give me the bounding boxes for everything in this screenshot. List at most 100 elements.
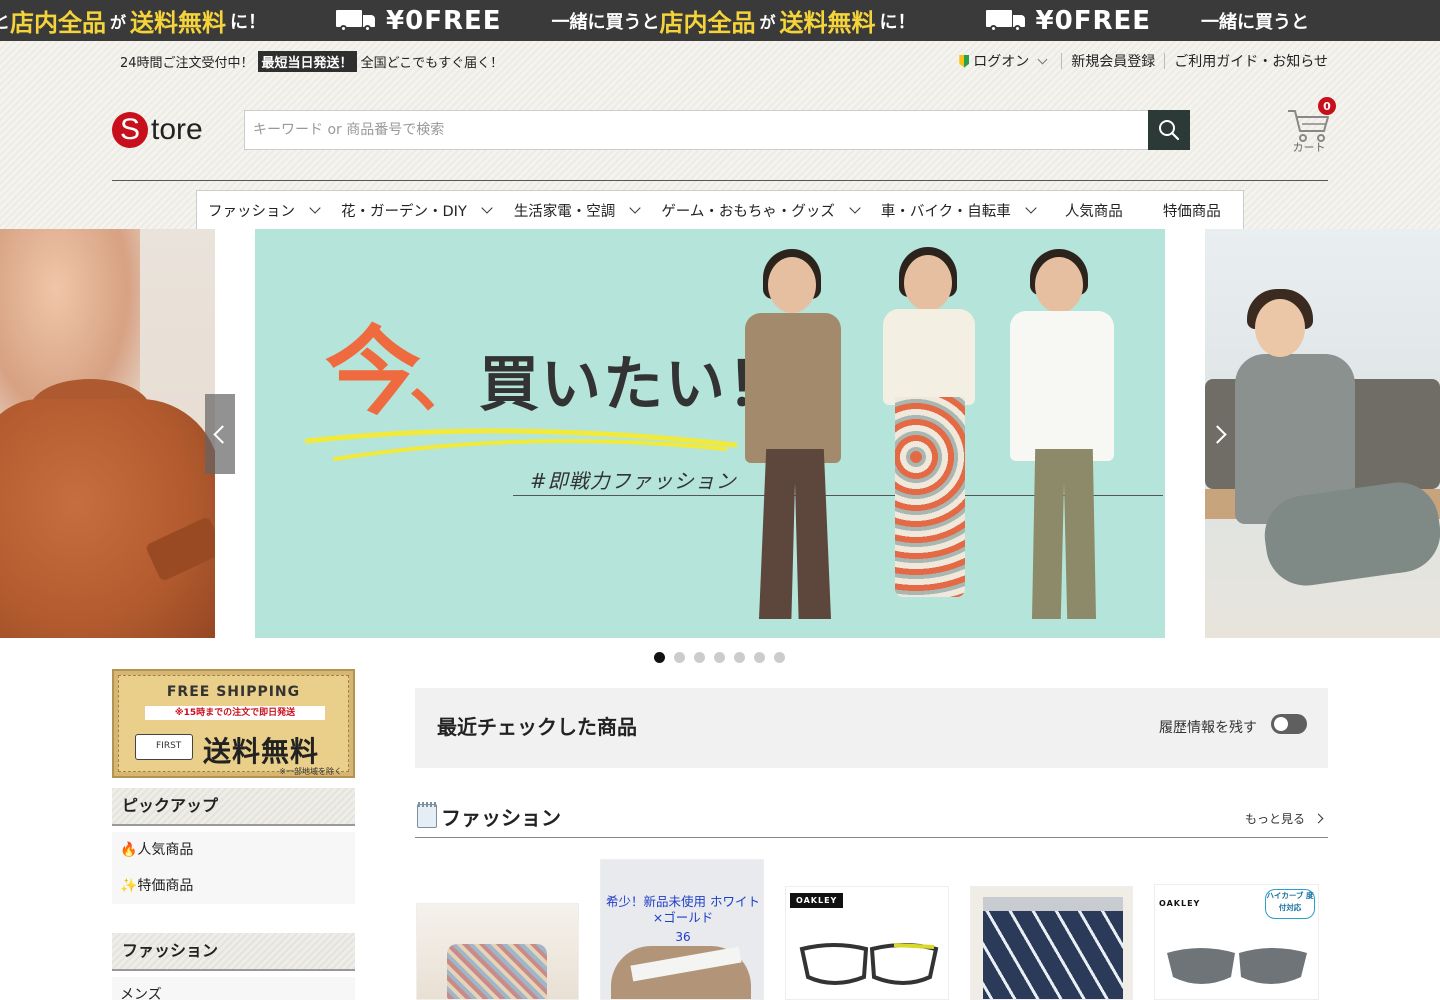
sunglasses-icon [1167,948,1307,984]
carousel-next-button[interactable] [1205,394,1235,474]
ticker-text: が [759,12,776,32]
carousel-dot[interactable] [694,652,705,663]
brand-label: OAKLEY [1159,899,1201,908]
product-tag: ハイカーブ 度付対応 [1265,889,1315,919]
brand-label: OAKLEY [790,893,844,908]
hero-carousel: 今 、 買いたい！ #即戦力ファッション [0,229,1440,638]
sidebar-list-pickup: 🔥人気商品 ✨特価商品 [112,832,355,904]
ship-free: 送料無料 [203,735,320,768]
nav-item-garden[interactable]: 花・ガーデン・DIY [341,191,493,229]
chevron-down-icon [849,201,861,214]
ticker-text: 店内全品 [10,9,106,37]
chevron-down-icon[interactable] [1037,54,1048,64]
search-input[interactable] [244,110,1148,150]
nav-item-sale[interactable]: 特価商品 [1163,191,1221,229]
ticker-free: ¥0FREE [386,5,502,36]
search-bar [244,110,1190,150]
nav-label: 特価商品 [1162,203,1221,220]
nav-item-appliances[interactable]: 生活家電・空調 [513,191,641,229]
search-button[interactable] [1148,110,1190,150]
banner-hashtag: #即戦力ファッション [530,469,737,493]
banner-headline: 今 、 買いたい！ [325,324,789,426]
product-card[interactable] [970,886,1133,1000]
header-divider [112,180,1328,181]
ticker-message: 一緒に買うと 店内全品 が 送料無料 に！ [552,3,916,38]
cart-button[interactable]: 0 カート [1286,97,1340,157]
sidebar-heading-pickup: ピックアップ [112,788,355,826]
nav-item-games[interactable]: ゲーム・おもちゃ・グッズ [661,191,861,229]
nav-item-fashion[interactable]: ファッション [208,191,321,229]
promo-ticker: と 店内全品 が 送料無料 に！ ¥0FREE 一緒に買うと 店内全品 が 送料… [0,0,1440,41]
free-shipping-banner[interactable]: FREE SHIPPING ※15時までの注文で即日発送 FIRST 送料無料 … [112,669,355,778]
recent-title: 最近チェックした商品 [437,715,637,739]
carousel-dot[interactable] [674,652,685,663]
ticker-message: 一緒に買うと [1201,8,1309,34]
carousel-dot[interactable] [734,652,745,663]
carousel-dot[interactable] [654,652,665,663]
topbar-notice: 24時間ご注文受付中！ 最短当日発送！ 全国どこでもすぐ届く！ [120,50,504,72]
beginner-mark-icon [959,54,970,68]
sidebar-item-sale[interactable]: ✨特価商品 [112,868,355,904]
sidebar-item-mens[interactable]: メンズ [112,977,355,1000]
nav-item-popular[interactable]: 人気商品 [1065,191,1123,229]
nav-label: 車・バイク・自転車 [880,203,1011,220]
divider [1164,53,1166,69]
ticker-text: に！ [230,11,267,33]
recently-viewed-panel: 最近チェックした商品 履歴情報を残す [415,688,1328,768]
ticker-text: 店内全品 [659,9,756,37]
logo-text: tore [151,113,203,146]
product-card[interactable]: OAKLEY [785,886,949,1000]
cart-label: カート [1292,141,1326,154]
ticker-text: 送料無料 [130,9,227,37]
notice-tail: 全国どこでもすぐ届く！ [360,55,504,71]
nav-label: ファッション [208,203,295,220]
nav-label: 花・ガーデン・DIY [341,203,467,220]
carousel-dot[interactable] [754,652,765,663]
more-label: もっと見る [1244,812,1305,826]
chevron-right-icon [1313,813,1324,824]
ticker-text: に！ [879,11,916,33]
ship-title: FREE SHIPPING [166,684,301,700]
ship-sub: ※15時までの注文で即日発送 [145,706,325,720]
truck-icon [336,9,376,32]
ticker-message: と 店内全品 が 送料無料 に！ [0,3,266,38]
ticker-free: ¥0FREE [1035,5,1151,36]
category-nav: ファッション 花・ガーデン・DIY 生活家電・空調 ゲーム・おもちゃ・グッズ 車… [196,190,1244,229]
notice-highlight: 最短当日発送！ [257,50,357,72]
cart-count-badge: 0 [1318,97,1336,115]
product-card[interactable] [416,903,579,1000]
slide-next[interactable] [1205,229,1440,638]
product-card[interactable]: OAKLEY ハイカーブ 度付対応 [1154,884,1319,1000]
carousel-prev-button[interactable] [205,394,235,474]
ship-note: ※一部地域を除く [279,767,342,776]
slide-previous[interactable] [0,229,215,638]
search-icon [1159,120,1180,141]
more-link[interactable]: もっと見る [1244,810,1324,827]
headline-comma: 、 [409,340,479,422]
product-caption: 希少！新品未使用 ホワイト×ゴールド [606,894,760,925]
ticker-text: が [110,12,127,32]
truck-icon: FIRST [135,734,193,760]
login-link[interactable]: ログオン [973,51,1029,71]
store-logo[interactable]: S tore [112,112,203,148]
carousel-dot[interactable] [714,652,725,663]
guide-link[interactable]: ご利用ガイド・お知らせ [1174,51,1328,71]
nav-label: 生活家電・空調 [513,203,616,220]
sidebar-item-popular[interactable]: 🔥人気商品 [112,832,355,868]
product-card[interactable]: 希少！新品未使用 ホワイト×ゴールド 36 [600,859,764,1000]
register-link[interactable]: 新規会員登録 [1071,51,1155,71]
ticker-text: と [0,11,10,33]
carousel-dot[interactable] [774,652,785,663]
nav-item-vehicles[interactable]: 車・バイク・自転車 [880,191,1037,229]
carousel-dots [654,652,794,663]
history-toggle[interactable] [1271,714,1307,734]
chevron-down-icon [309,201,321,214]
history-toggle-label: 履歴情報を残す [1159,720,1257,736]
ticker-text: 送料無料 [779,9,876,37]
nav-label: ゲーム・おもちゃ・グッズ [661,203,835,220]
slide-current[interactable]: 今 、 買いたい！ #即戦力ファッション [255,229,1165,638]
notepad-icon [417,802,438,828]
section-header-fashion: ファッション もっと見る [415,798,1328,838]
divider [1061,53,1063,69]
ticker-free-shipping: ¥0FREE [985,5,1151,36]
